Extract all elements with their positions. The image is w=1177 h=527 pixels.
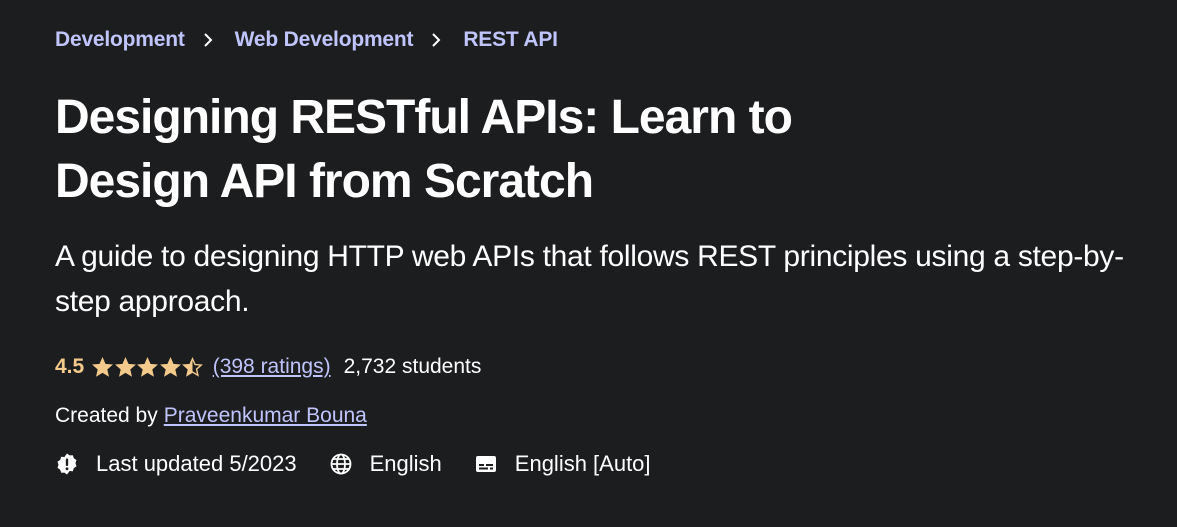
created-by-label: Created by bbox=[55, 404, 158, 427]
course-meta-row: Last updated 5/2023 English English [Aut… bbox=[55, 451, 683, 477]
breadcrumb-rest-api[interactable]: REST API bbox=[463, 28, 558, 52]
language: English bbox=[329, 451, 442, 477]
course-title: Designing RESTful APIs: Learn to Design … bbox=[55, 91, 793, 208]
students-count: 2,732 students bbox=[343, 355, 482, 378]
breadcrumb: Development Web Development REST API bbox=[55, 28, 558, 52]
alert-badge-icon bbox=[57, 453, 77, 475]
breadcrumb-development[interactable]: Development bbox=[55, 28, 185, 52]
ratings-count-link[interactable]: (398 ratings) bbox=[213, 355, 331, 379]
star-full-icon bbox=[114, 356, 136, 377]
last-updated-text: Last updated 5/2023 bbox=[96, 451, 297, 476]
breadcrumb-web-development[interactable]: Web Development bbox=[235, 28, 414, 52]
language-text: English bbox=[369, 451, 442, 476]
star-half-icon bbox=[182, 356, 204, 377]
last-updated: Last updated 5/2023 bbox=[55, 451, 297, 477]
star-full-icon bbox=[92, 356, 114, 377]
star-full-icon bbox=[159, 356, 181, 377]
closed-captions-icon bbox=[475, 456, 496, 472]
captions: English [Auto] bbox=[474, 451, 651, 477]
rating-value: 4.5 bbox=[55, 355, 85, 378]
instructor-link[interactable]: Praveenkumar Bouna bbox=[164, 404, 367, 428]
rating-row: 4.5 (398 ratings) 2,732 students bbox=[55, 355, 481, 379]
star-rating bbox=[92, 356, 205, 378]
globe-icon bbox=[330, 453, 352, 475]
course-subtitle: A guide to designing HTTP web APIs that … bbox=[55, 240, 1124, 318]
star-full-icon bbox=[137, 356, 159, 377]
chevron-right-icon bbox=[203, 32, 213, 48]
captions-text: English [Auto] bbox=[514, 451, 651, 476]
chevron-right-icon bbox=[431, 32, 441, 48]
created-by-row: Created by Praveenkumar Bouna bbox=[55, 404, 367, 428]
